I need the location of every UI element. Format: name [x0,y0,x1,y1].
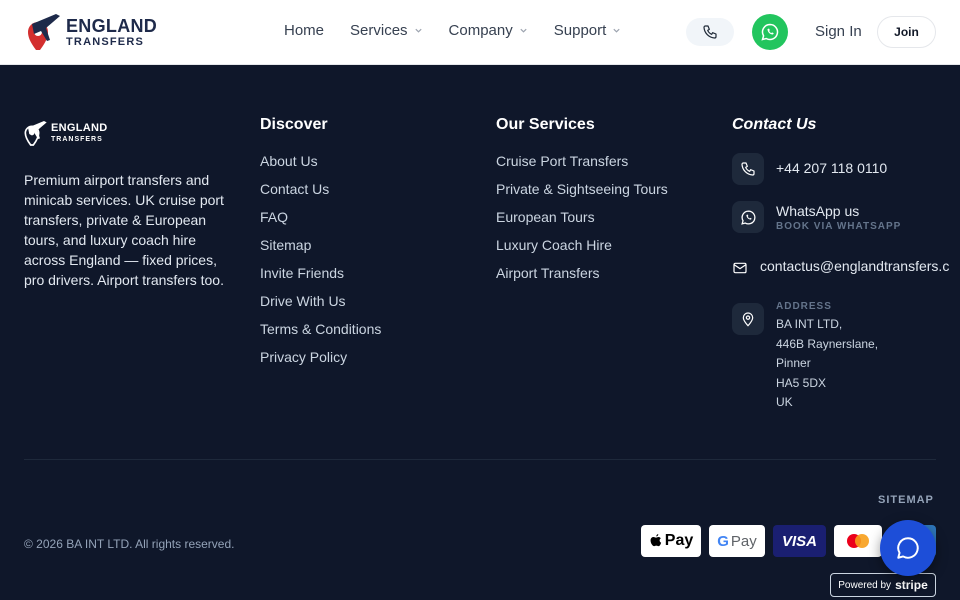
nav-company-label: Company [448,22,513,39]
address-line: 446B Raynerslane, [776,336,879,351]
whatsapp-icon-box [732,201,764,233]
footer-link-about[interactable]: About Us [260,151,381,179]
address-line: UK [776,395,793,409]
apple-pay-label: Pay [664,532,694,549]
nav-services-label: Services [350,22,408,39]
footer-link-invite[interactable]: Invite Friends [260,263,381,291]
site-header: ENGLAND TRANSFERS Home Services Company … [0,0,960,65]
about-text: Premium airport transfers and minicab se… [24,172,224,288]
whatsapp-label: WhatsApp us [776,203,860,219]
footer-logo-subtitle: TRANSFERS [51,136,103,143]
chat-bubble-icon [897,537,919,559]
stripe-brand: stripe [895,578,928,592]
nav-company[interactable]: Company [449,22,528,39]
footer-link-sitemap[interactable]: Sitemap [260,235,381,263]
chevron-down-icon [414,28,422,33]
phone-number: +44 207 118 0110 [776,160,888,176]
address-line: BA INT LTD, [776,317,843,331]
email-address: contactus@englandtransfers.c [760,258,950,274]
whatsapp-button[interactable] [752,14,788,50]
service-link-european[interactable]: European Tours [496,207,668,235]
logo-title: ENGLAND [66,15,158,36]
mail-icon [733,262,747,274]
chevron-down-icon [520,28,527,33]
mastercard-badge [834,525,882,557]
service-link-cruise[interactable]: Cruise Port Transfers [496,151,668,179]
logo-subtitle: TRANSFERS [66,35,145,48]
discover-column: Discover About Us Contact Us FAQ Sitemap… [260,116,381,375]
copyright-text: © 2026 BA INT LTD. All rights reserved. [24,537,235,551]
address-line: HA5 5DX [776,375,827,390]
contact-title: Contact Us [732,116,817,133]
footer-divider [24,459,936,460]
join-button[interactable]: Join [877,16,936,48]
google-pay-label: Pay [730,532,757,550]
nav-home[interactable]: Home [284,22,324,39]
nav-home-label: Home [284,22,325,39]
footer-link-drive[interactable]: Drive With Us [260,291,381,319]
visa-label: VISA [781,532,817,550]
phone-icon [741,162,755,176]
address-line: Pinner [776,356,811,370]
nav-support-label: Support [553,22,607,39]
service-link-airport[interactable]: Airport Transfers [496,263,668,291]
sitemap-link[interactable]: SITEMAP [878,494,934,506]
whatsapp-icon [761,23,779,41]
apple-pay-badge: Pay [641,525,701,557]
footer-link-privacy[interactable]: Privacy Policy [260,347,381,375]
call-button[interactable] [686,18,734,46]
phone-icon-box [732,153,764,185]
contact-whatsapp[interactable]: WhatsApp us BOOK VIA WHATSAPP [732,201,901,233]
whatsapp-sublabel: BOOK VIA WHATSAPP [776,221,902,232]
service-link-coach[interactable]: Luxury Coach Hire [496,235,668,263]
google-pay-badge: G Pay [709,525,765,557]
map-pin-icon [742,312,754,327]
footer-logo[interactable]: ENGLAND TRANSFERS [24,118,108,148]
footer-link-contact[interactable]: Contact Us [260,179,381,207]
footer-link-terms[interactable]: Terms & Conditions [260,319,381,347]
chevron-down-icon [613,28,620,33]
apple-icon [650,534,661,547]
chat-button[interactable] [880,520,936,576]
sign-in-link[interactable]: Sign In [815,23,862,40]
contact-email[interactable]: contactus@englandtransfers.c [732,258,949,276]
discover-title: Discover [260,116,328,133]
plane-pin-logo-icon [24,121,47,146]
contact-address: ADDRESS BA INT LTD, 446B Raynerslane, Pi… [732,301,879,413]
whatsapp-icon [740,209,755,225]
contact-column: Contact Us [732,116,816,151]
main-nav: Home Services Company Support [284,22,647,39]
address-label: ADDRESS [776,301,832,312]
visa-badge: VISA [773,525,826,557]
nav-support[interactable]: Support [554,22,622,39]
google-g-icon: G [717,532,729,550]
service-link-private-tours[interactable]: Private & Sightseeing Tours [496,179,668,207]
plane-pin-logo-icon [28,14,60,50]
nav-services[interactable]: Services [350,22,423,39]
stripe-prefix: Powered by [838,579,892,591]
services-column: Our Services Cruise Port Transfers Priva… [496,116,668,291]
services-title: Our Services [496,116,595,133]
phone-icon [703,25,717,39]
powered-by-stripe-badge[interactable]: Powered by stripe [830,573,936,597]
footer-logo-title: ENGLAND [51,122,108,134]
pin-icon-box [732,303,764,335]
site-logo[interactable]: ENGLAND TRANSFERS [26,10,157,54]
footer-link-faq[interactable]: FAQ [260,207,381,235]
contact-phone[interactable]: +44 207 118 0110 [732,153,887,185]
mastercard-icon [847,534,869,548]
